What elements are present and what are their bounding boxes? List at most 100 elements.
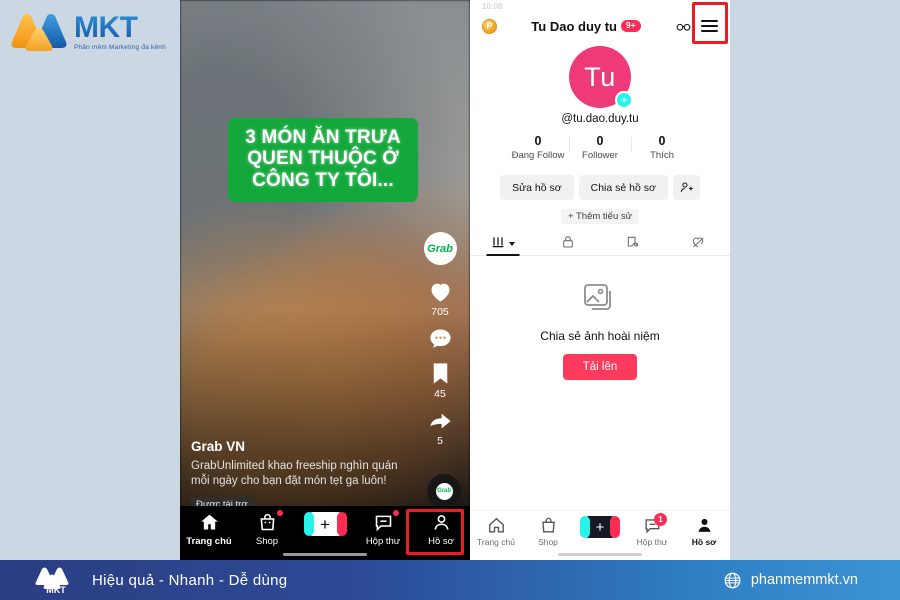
footer-mkt-logo: MKT [35, 567, 69, 595]
profile-tabs [470, 228, 730, 256]
stat-followers-label: Follower [582, 150, 618, 161]
music-disc-label: Grab [435, 482, 453, 500]
notification-badge: 9+ [621, 20, 641, 32]
comment-action[interactable] [427, 325, 454, 353]
avatar-add-icon[interactable]: + [615, 91, 633, 109]
share-profile-button[interactable]: Chia sẻ hồ sơ [578, 175, 668, 200]
header-icon-group [675, 18, 718, 35]
create-plus-icon[interactable]: + [303, 512, 347, 536]
chevron-down-icon [509, 241, 515, 246]
footer-slogan: Hiệu quả - Nhanh - Dễ dùng [92, 571, 288, 589]
overlay-line-1: 3 MÓN ĂN TRƯA [245, 127, 401, 148]
globe-icon [723, 571, 742, 590]
feed-nav-home[interactable]: Trang chủ [180, 512, 238, 547]
feed-nav-inbox[interactable]: Hộp thư [354, 510, 412, 547]
stat-following[interactable]: 0 Đang Follow [507, 134, 569, 161]
music-disc[interactable]: Grab [427, 474, 461, 508]
profile-header: P Tu Dao duy tu 9+ [470, 10, 730, 42]
stat-followers[interactable]: 0 Follower [569, 134, 631, 161]
profile-nav-shop-label: Shop [538, 537, 558, 547]
inbox-count-badge: 1 [654, 513, 667, 526]
coin-p-icon[interactable]: P [482, 18, 497, 34]
shop-bag-icon [539, 516, 558, 535]
home-indicator-bar [558, 553, 642, 556]
inbox-message-icon [373, 512, 394, 533]
brand-title: MKT [74, 12, 166, 43]
lock-private-icon [562, 235, 573, 248]
liked-hidden-heart-icon [692, 236, 704, 247]
add-bio-label: + Thêm tiểu sử [560, 209, 639, 224]
svg-text:MKT: MKT [46, 585, 66, 595]
tiktok-profile-panel: 10:08 P Tu Dao duy tu 9+ Tu + @tu.dao.du… [470, 0, 730, 560]
add-person-icon[interactable] [672, 175, 700, 200]
home-icon [487, 516, 506, 535]
brand-tagline: Phần mềm Marketing đa kênh [74, 43, 166, 51]
home-indicator-bar [283, 553, 367, 556]
profile-nav-shop[interactable]: Shop [522, 516, 574, 547]
footer-url-text: phanmemmkt.vn [750, 572, 858, 588]
stat-following-value: 0 [534, 134, 542, 148]
profile-nav-create[interactable]: + [574, 516, 626, 540]
stat-likes-label: Thích [650, 150, 674, 161]
footer-website[interactable]: phanmemmkt.vn [723, 571, 858, 590]
mkt-logo-mark [11, 14, 67, 51]
profile-title-group: Tu Dao duy tu 9+ [497, 19, 675, 34]
bookmark-icon[interactable] [427, 360, 454, 387]
video-author[interactable]: Grab VN [191, 439, 406, 454]
tab-liked-hidden[interactable] [665, 228, 730, 255]
profile-action-buttons: Sửa hồ sơ Chia sẻ hồ sơ [470, 175, 730, 200]
profile-nav-inbox[interactable]: 1 Hộp thư [626, 513, 678, 547]
empty-state: Chia sẻ ảnh hoài niệm Tải lên [470, 282, 730, 380]
shop-bag-icon [257, 512, 278, 533]
footer-brand: MKT Hiệu quả - Nhanh - Dễ dùng [32, 565, 287, 595]
stat-followers-value: 0 [596, 134, 604, 148]
profile-nav-home-label: Trang chủ [477, 537, 515, 547]
feed-nav-profile[interactable]: Hồ sơ [412, 512, 470, 547]
friends-glasses-icon[interactable] [675, 18, 692, 35]
profile-stats: 0 Đang Follow 0 Follower 0 Thích [470, 134, 730, 161]
tab-reposts[interactable] [600, 228, 665, 255]
share-arrow-icon[interactable] [427, 407, 454, 434]
upload-button[interactable]: Tải lên [562, 354, 638, 380]
inbox-notification-dot [393, 510, 399, 516]
feed-nav-inbox-label: Hộp thư [365, 536, 401, 547]
grid-posts-icon [492, 236, 504, 247]
profile-person-icon [695, 516, 714, 535]
profile-nav-profile-label: Hồ sơ [691, 537, 717, 547]
home-icon [199, 512, 220, 533]
bookmark-action[interactable]: 45 [427, 360, 454, 400]
heart-icon[interactable] [427, 278, 454, 305]
like-count: 705 [431, 306, 449, 318]
tab-private[interactable] [535, 228, 600, 255]
profile-person-icon [431, 512, 452, 533]
tab-grid-posts[interactable] [470, 228, 535, 255]
add-bio-row[interactable]: + Thêm tiểu sử [470, 206, 730, 224]
feed-nav-create[interactable]: + [296, 512, 354, 539]
video-overlay-title: 3 MÓN ĂN TRƯA QUEN THUỘC Ở CÔNG TY TÔI..… [228, 118, 418, 203]
edit-profile-button[interactable]: Sửa hồ sơ [500, 175, 574, 200]
stat-likes[interactable]: 0 Thích [631, 134, 693, 161]
profile-nav-inbox-label: Hộp thư [636, 537, 668, 547]
stat-following-label: Đang Follow [511, 150, 565, 161]
video-action-rail: Grab 705 45 5 [417, 232, 463, 452]
feed-nav-shop[interactable]: Shop [238, 510, 296, 547]
overlay-line-3: CÔNG TY TÔI... [252, 169, 394, 191]
create-plus-icon[interactable]: + [580, 516, 620, 538]
comment-icon[interactable] [427, 325, 454, 352]
advertiser-avatar[interactable]: Grab [423, 232, 457, 265]
share-action[interactable]: 5 [427, 407, 454, 447]
feed-nav-home-label: Trang chủ [186, 536, 232, 547]
profile-nav-home[interactable]: Trang chủ [470, 516, 522, 547]
repost-icon [627, 236, 638, 247]
like-action[interactable]: 705 [427, 278, 454, 318]
profile-nav-profile[interactable]: Hồ sơ [678, 516, 730, 547]
page-footer: MKT Hiệu quả - Nhanh - Dễ dùng phanmemmk… [0, 560, 900, 600]
profile-username-title[interactable]: Tu Dao duy tu [531, 19, 617, 34]
feed-nav-profile-label: Hồ sơ [428, 536, 454, 547]
feed-bottom-nav: Trang chủ Shop + Hộp thư Hồ sơ [180, 506, 470, 560]
profile-handle: @tu.dao.duy.tu [561, 113, 639, 125]
feed-nav-shop-label: Shop [255, 536, 279, 547]
profile-bottom-nav: Trang chủ Shop + 1 Hộp thư Hồ sơ [470, 510, 730, 560]
hamburger-menu-icon[interactable] [701, 20, 718, 32]
photo-stack-icon [580, 282, 620, 318]
